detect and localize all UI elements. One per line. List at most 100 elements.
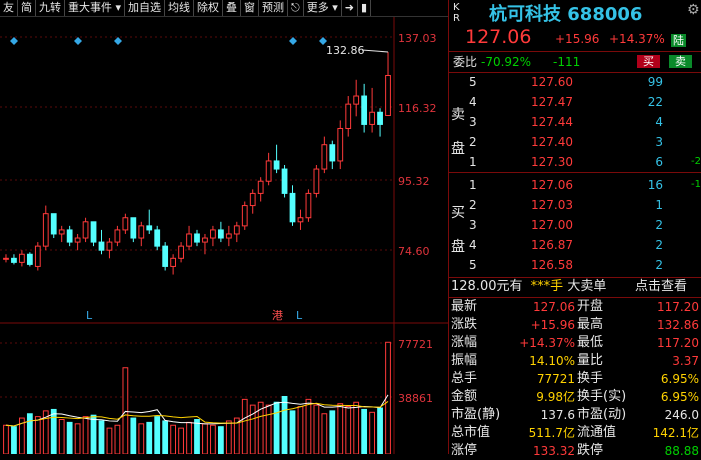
ask-price: 127.47: [531, 95, 573, 109]
toolbar-item-forecast[interactable]: 预测: [259, 0, 289, 16]
volume-bar: [353, 401, 360, 454]
big-order-volume: ***手: [530, 279, 564, 294]
volume-bar: [130, 417, 137, 454]
volume-bar: [26, 413, 33, 454]
weibi-value: -70.92%: [481, 55, 532, 69]
ask-volume: 3: [655, 135, 663, 149]
volume-bar: [210, 424, 216, 454]
bid-level: 5: [469, 258, 477, 272]
stat-label: 涨跌: [451, 317, 478, 332]
candle-body: [313, 168, 320, 194]
price-change-pct: +14.37%: [609, 32, 665, 46]
sell-button[interactable]: 卖: [669, 55, 692, 68]
toolbar-item-simple[interactable]: 简: [18, 0, 36, 16]
kr-badge: K R: [453, 2, 460, 24]
candle-body: [42, 213, 49, 247]
stat-value: 6.95%: [660, 390, 699, 404]
volume-bar: [154, 416, 161, 454]
ask-level: 3: [469, 115, 477, 129]
bid-price: 126.87: [531, 238, 573, 252]
stock-code: 688006: [567, 4, 643, 25]
toolbar-item-add-watchlist[interactable]: 加自选: [125, 0, 166, 16]
view-details-link[interactable]: 点击查看: [635, 278, 687, 296]
stat-value: +14.37%: [519, 336, 575, 350]
buy-label-char-1: 买: [451, 205, 465, 221]
bid-level: 2: [469, 198, 477, 212]
toolbar-item-major-events[interactable]: 重大事件 ▾: [65, 0, 126, 16]
major-events-label: 重大事件: [68, 1, 112, 14]
toolbar-item-moving-average[interactable]: 均线: [165, 0, 195, 16]
bid-volume: 16: [647, 178, 663, 192]
event-diamond-icon: [289, 37, 297, 45]
stat-value: 117.20: [657, 336, 699, 350]
candle-body: [257, 180, 264, 194]
candle-body: [58, 229, 65, 235]
buy-button[interactable]: 买: [637, 55, 660, 68]
candle-body: [385, 74, 391, 117]
toolbar-item-friend[interactable]: 友: [0, 0, 18, 16]
toolbar-item-window[interactable]: 窗: [241, 0, 260, 16]
stat-value: 142.1亿: [652, 426, 699, 440]
stat-label: 总市值: [451, 425, 491, 440]
expand-icon[interactable]: ▮: [358, 0, 372, 16]
stat-label: 涨幅: [451, 335, 478, 350]
candle-body: [297, 217, 304, 223]
stat-value: 88.88: [664, 444, 699, 458]
stat-value: 137.6: [540, 408, 575, 422]
event-diamond-icon: [74, 37, 82, 45]
stat-label: 市盈(静): [451, 407, 501, 422]
volume-bar: [11, 426, 17, 454]
stat-value: 132.86: [657, 318, 699, 332]
big-order-type: 大卖单: [567, 279, 607, 294]
toolbar-item-nine-turn[interactable]: 九转: [36, 0, 65, 16]
volume-bar: [313, 404, 320, 454]
big-order-row: 128.00元有 ***手 大卖单: [451, 278, 606, 296]
exit-icon[interactable]: ➜: [342, 0, 358, 16]
bid-price: 127.06: [531, 178, 573, 192]
stat-label: 涨停: [451, 443, 478, 458]
more-label: 更多: [306, 1, 329, 14]
candle-body: [345, 103, 352, 129]
stat-label: 量比: [577, 353, 604, 368]
toolbar-item-ex-rights[interactable]: 除权: [194, 0, 224, 16]
candle-body: [3, 257, 9, 260]
stat-label: 换手(实): [577, 389, 627, 404]
ask-volume: 99: [647, 75, 663, 89]
lock-icon[interactable]: ⎋: [288, 0, 304, 16]
candle-body: [210, 229, 216, 239]
bid-price: 127.03: [531, 198, 573, 212]
volume-bar: [34, 416, 41, 454]
stat-label: 最新: [451, 299, 478, 314]
buy-label-char-2: 盘: [451, 239, 465, 255]
volume-bar: [273, 401, 280, 454]
stat-label: 流通值: [577, 425, 617, 440]
volume-bar: [305, 398, 312, 454]
stat-label: 振幅: [451, 353, 478, 368]
bid-level: 4: [469, 238, 477, 252]
volume-bar: [170, 424, 177, 454]
stat-value: 133.32: [533, 444, 575, 458]
volume-bar: [186, 421, 192, 454]
ask-price: 127.60: [531, 75, 573, 89]
gear-icon[interactable]: ⚙: [687, 2, 700, 18]
volume-bar: [369, 411, 375, 454]
candle-body: [146, 225, 153, 231]
toolbar-item-overlay[interactable]: 叠: [223, 0, 242, 16]
candle-body: [305, 192, 312, 219]
volume-bar: [337, 403, 344, 454]
volume-bar: [162, 420, 169, 454]
candle-body: [50, 213, 57, 235]
volume-axis-label-2: 38861: [398, 392, 433, 405]
stock-title: 杭可科技 688006: [489, 0, 642, 26]
volume-bar: [377, 407, 383, 454]
volume-bar: [225, 420, 232, 454]
toolbar-item-more[interactable]: 更多 ▾: [304, 0, 342, 16]
stat-value: 511.7亿: [528, 426, 575, 440]
kline-chart[interactable]: 132.86 137.03 116.32 95.32 74.60 77721 3…: [0, 17, 448, 454]
volume-bar: [194, 419, 200, 454]
candle-body: [90, 221, 97, 243]
bid-level: 1: [469, 178, 477, 192]
marker-l-1: L: [86, 309, 93, 322]
volume-bar: [321, 413, 328, 454]
stat-value: 77721: [536, 372, 575, 386]
